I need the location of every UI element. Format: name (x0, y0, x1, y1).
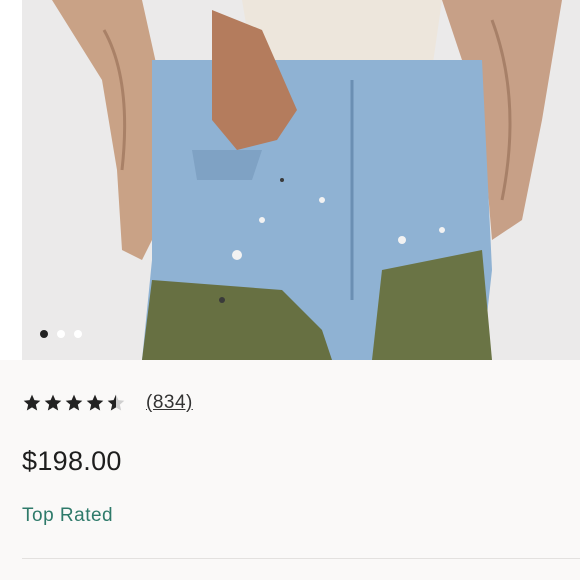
carousel-dot[interactable] (74, 330, 82, 338)
top-rated-badge: Top Rated (22, 505, 114, 526)
product-image-gallery[interactable] (22, 0, 580, 360)
rating-row[interactable]: (834) (22, 392, 193, 414)
divider (22, 558, 580, 559)
star-icon (44, 394, 62, 411)
carousel-dot[interactable] (40, 330, 48, 338)
star-icon (86, 394, 104, 411)
star-rating (22, 393, 126, 413)
review-count-link[interactable]: (834) (146, 392, 193, 414)
half-star-icon (107, 394, 125, 411)
carousel-indicators (40, 330, 82, 338)
star-icon (65, 394, 83, 411)
carousel-dot[interactable] (57, 330, 65, 338)
star-icon (23, 394, 41, 411)
product-price: $198.00 (22, 446, 122, 476)
product-image[interactable] (22, 0, 580, 360)
